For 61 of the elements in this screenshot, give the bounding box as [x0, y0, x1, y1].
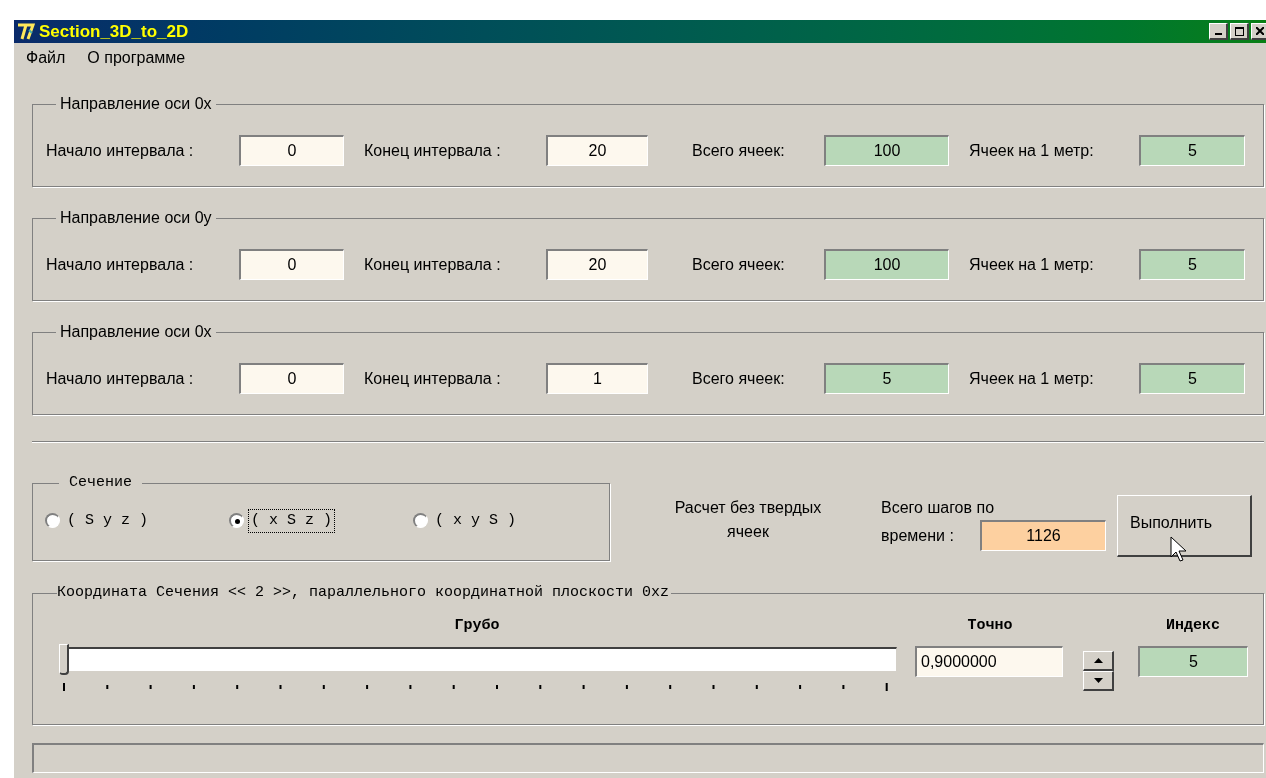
value-field[interactable]: 0	[239, 135, 344, 166]
maximize-button[interactable]	[1230, 23, 1249, 40]
close-button[interactable]	[1251, 23, 1266, 40]
group-title: Сечение	[68, 473, 133, 493]
window-title: Section_3D_to_2D	[39, 20, 189, 43]
field-label: Точно	[966, 615, 1014, 636]
down-arrow-icon	[1093, 677, 1103, 683]
minimize-icon	[1214, 33, 1222, 35]
field-label: Ячеек на 1 метр:	[969, 368, 1095, 389]
calc-note: Расчет без твердых ячеек	[673, 498, 823, 542]
field-label: Конец интервала :	[364, 254, 502, 275]
group-title: Направление оси 0y	[59, 208, 213, 228]
maximize-icon	[1234, 26, 1244, 36]
steps-label: Всего шагов по	[881, 498, 996, 518]
radio-button[interactable]	[229, 513, 244, 529]
value-field[interactable]: 100	[824, 249, 949, 280]
value-field[interactable]: 5	[824, 363, 949, 394]
field-label: Конец интервала :	[364, 140, 502, 161]
field-label: Ячеек на 1 метр:	[969, 254, 1095, 275]
close-icon	[1256, 27, 1264, 35]
slider-thumb[interactable]	[59, 644, 69, 675]
cursor-icon	[1170, 536, 1188, 562]
value-field[interactable]: 0	[239, 249, 344, 280]
field-label: Ячеек на 1 метр:	[969, 140, 1095, 161]
field-label: Конец интервала :	[364, 368, 502, 389]
value-field[interactable]: 20	[546, 249, 648, 280]
field-label: Индекс	[1165, 615, 1221, 636]
value-field[interactable]: 0	[239, 363, 344, 394]
radio-button[interactable]	[45, 513, 60, 529]
value-field[interactable]: 20	[546, 135, 648, 166]
radio-label[interactable]: ( x y S )	[432, 508, 519, 533]
value-field[interactable]: 5	[1138, 646, 1248, 677]
value-field[interactable]: 5	[1139, 135, 1245, 166]
radio-label[interactable]: ( S y z )	[64, 508, 151, 533]
field-label: Всего ячеек:	[692, 368, 786, 389]
radio-button[interactable]	[413, 513, 428, 529]
app-icon	[16, 21, 36, 42]
steps-label: времени :	[881, 525, 955, 546]
slider-label: Грубо	[453, 615, 501, 636]
value-field[interactable]: 5	[1139, 249, 1245, 280]
spin-up-button[interactable]	[1083, 650, 1114, 671]
radio-label[interactable]: ( x S z )	[248, 508, 335, 533]
field-label: Всего ячеек:	[692, 254, 786, 275]
up-arrow-icon	[1093, 657, 1103, 663]
field-label: Начало интервала :	[46, 368, 195, 389]
minimize-button[interactable]	[1209, 23, 1228, 40]
group-title: Направление оси 0x	[59, 94, 213, 114]
value-field[interactable]: 1126	[980, 520, 1106, 551]
value-field[interactable]: 1	[546, 363, 648, 394]
value-field[interactable]: 100	[824, 135, 949, 166]
group-title: Координата Сечения << 2 >>, параллельного координатной плоскости 0xz	[57, 583, 671, 603]
field-label: Начало интервала :	[46, 254, 195, 275]
menu-item[interactable]: О программе	[87, 46, 186, 70]
menu-item[interactable]: Файл	[26, 46, 66, 70]
field-label: Всего ячеек:	[692, 140, 786, 161]
value-field[interactable]: 0,9000000	[915, 646, 1063, 677]
value-field[interactable]: 5	[1139, 363, 1245, 394]
group-title: Направление оси 0x	[59, 322, 213, 342]
slider[interactable]	[59, 644, 897, 675]
field-label: Начало интервала :	[46, 140, 195, 161]
spin-down-button[interactable]	[1083, 670, 1114, 691]
